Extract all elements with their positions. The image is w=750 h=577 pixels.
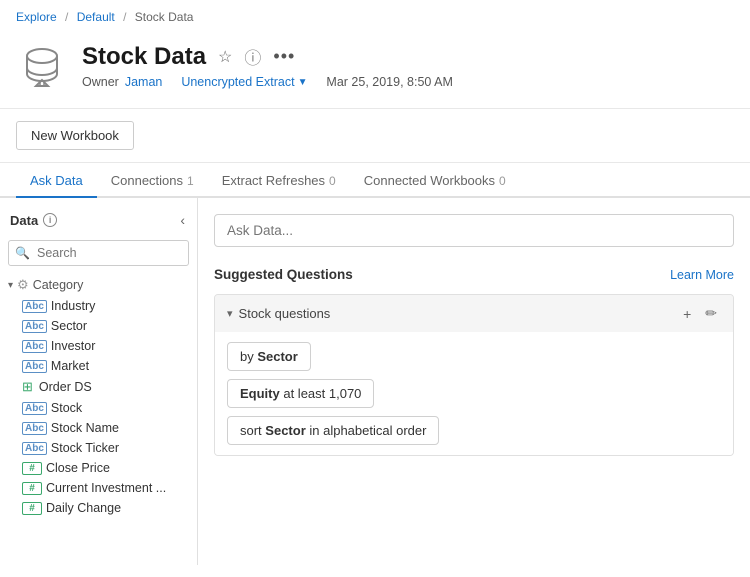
tree-item-sector[interactable]: Abc Sector [0, 316, 197, 336]
tree-item-label: Market [51, 359, 89, 373]
tree-item-close-price[interactable]: # Close Price [0, 458, 197, 478]
tab-connections[interactable]: Connections1 [97, 163, 208, 198]
tree-item-stock-ticker[interactable]: Abc Stock Ticker [0, 438, 197, 458]
tree-item-label: Stock [51, 401, 82, 415]
tree-item-industry[interactable]: Abc Industry [0, 296, 197, 316]
question-group-stock: ▾ Stock questions + ✏ by Sector Equity a… [214, 294, 734, 456]
page-title: Stock Data [82, 43, 206, 71]
suggested-questions-header: Suggested Questions Learn More [214, 267, 734, 282]
type-hash-icon: # [22, 482, 42, 495]
header-meta: Owner Jaman Unencrypted Extract ▼ Mar 25… [82, 75, 734, 89]
tab-extract-refreshes[interactable]: Extract Refreshes0 [208, 163, 350, 198]
search-input[interactable] [8, 240, 189, 266]
tree-item-label: Daily Change [46, 501, 121, 515]
tree-item-label: Close Price [46, 461, 110, 475]
sidebar-title: Data i [10, 213, 57, 228]
type-abc-icon: Abc [22, 360, 47, 373]
owner-label: Owner [82, 75, 119, 89]
tree-item-label: Stock Ticker [51, 441, 119, 455]
more-options-button[interactable]: ••• [271, 44, 297, 69]
last-updated-date: Mar 25, 2019, 8:50 AM [326, 75, 452, 89]
main-content: Data i ‹ 🔍 ▾ ⚙ Category Abc Industry Abc [0, 198, 750, 565]
type-abc-icon: Abc [22, 422, 47, 435]
data-tree: ▾ ⚙ Category Abc Industry Abc Sector Abc… [0, 272, 197, 565]
tree-item-stock-name[interactable]: Abc Stock Name [0, 418, 197, 438]
tree-item-investor[interactable]: Abc Investor [0, 336, 197, 356]
info-button[interactable]: ⓘ [242, 42, 263, 71]
add-question-button[interactable]: + [679, 304, 695, 324]
datasource-icon [16, 42, 68, 94]
breadcrumb-current: Stock Data [135, 10, 194, 24]
type-hash-icon: # [22, 502, 42, 515]
type-abc-icon: Abc [22, 402, 47, 415]
sidebar: Data i ‹ 🔍 ▾ ⚙ Category Abc Industry Abc [0, 198, 198, 565]
favorite-button[interactable]: ☆ [216, 45, 234, 69]
edit-question-button[interactable]: ✏ [701, 303, 721, 324]
type-abc-icon: Abc [22, 300, 47, 313]
learn-more-link[interactable]: Learn More [670, 268, 734, 282]
question-pill-equity[interactable]: Equity at least 1,070 [227, 379, 374, 408]
tree-item-label: Stock Name [51, 421, 119, 435]
tree-item-label: Order DS [39, 380, 92, 394]
suggested-questions-title: Suggested Questions [214, 267, 353, 282]
type-abc-icon: Abc [22, 442, 47, 455]
actions-bar: New Workbook [0, 109, 750, 163]
group-title: Stock questions [239, 306, 331, 321]
new-workbook-button[interactable]: New Workbook [16, 121, 134, 150]
tree-item-daily-change[interactable]: # Daily Change [0, 498, 197, 518]
extract-type-badge[interactable]: Unencrypted Extract ▼ [181, 75, 307, 89]
ask-data-input[interactable] [214, 214, 734, 247]
extract-dropdown-icon: ▼ [298, 77, 308, 88]
tree-item-current-investment[interactable]: # Current Investment ... [0, 478, 197, 498]
breadcrumb-default[interactable]: Default [77, 10, 115, 24]
group-chevron-icon: ▾ [227, 307, 233, 320]
question-group-header[interactable]: ▾ Stock questions + ✏ [215, 295, 733, 332]
tree-item-market[interactable]: Abc Market [0, 356, 197, 376]
tree-item-stock[interactable]: Abc Stock [0, 398, 197, 418]
question-pill-sort-sector[interactable]: sort Sector in alphabetical order [227, 416, 439, 445]
type-hash-icon: # [22, 462, 42, 475]
category-group-icon: ⚙ [17, 277, 29, 293]
header-info: Stock Data ☆ ⓘ ••• Owner Jaman Unencrypt… [82, 42, 734, 89]
page-header: Stock Data ☆ ⓘ ••• Owner Jaman Unencrypt… [0, 32, 750, 109]
search-box: 🔍 [8, 240, 189, 266]
type-abc-icon: Abc [22, 320, 47, 333]
tab-ask-data[interactable]: Ask Data [16, 163, 97, 198]
question-pill-by-sector[interactable]: by Sector [227, 342, 311, 371]
tree-item-label: Investor [51, 339, 95, 353]
search-icon: 🔍 [15, 246, 30, 260]
tabs-bar: Ask Data Connections1 Extract Refreshes0… [0, 163, 750, 198]
category-label: Category [33, 278, 84, 292]
tree-item-label: Industry [51, 299, 95, 313]
table-icon: ⊞ [22, 379, 33, 395]
sidebar-info-icon[interactable]: i [43, 213, 57, 227]
right-panel: Suggested Questions Learn More ▾ Stock q… [198, 198, 750, 565]
sidebar-header: Data i ‹ [0, 206, 197, 236]
sidebar-collapse-button[interactable]: ‹ [178, 210, 187, 230]
tab-connected-workbooks[interactable]: Connected Workbooks0 [350, 163, 520, 198]
type-abc-icon: Abc [22, 340, 47, 353]
breadcrumb-explore[interactable]: Explore [16, 10, 57, 24]
tree-item-label: Current Investment ... [46, 481, 166, 495]
tree-item-order-ds[interactable]: ⊞ Order DS [0, 376, 197, 398]
category-caret-icon: ▾ [8, 280, 13, 291]
breadcrumb: Explore / Default / Stock Data [0, 0, 750, 32]
category-group[interactable]: ▾ ⚙ Category [0, 274, 197, 296]
question-items-list: by Sector Equity at least 1,070 sort Sec… [215, 332, 733, 455]
tree-item-label: Sector [51, 319, 87, 333]
owner-name: Jaman [125, 75, 163, 89]
